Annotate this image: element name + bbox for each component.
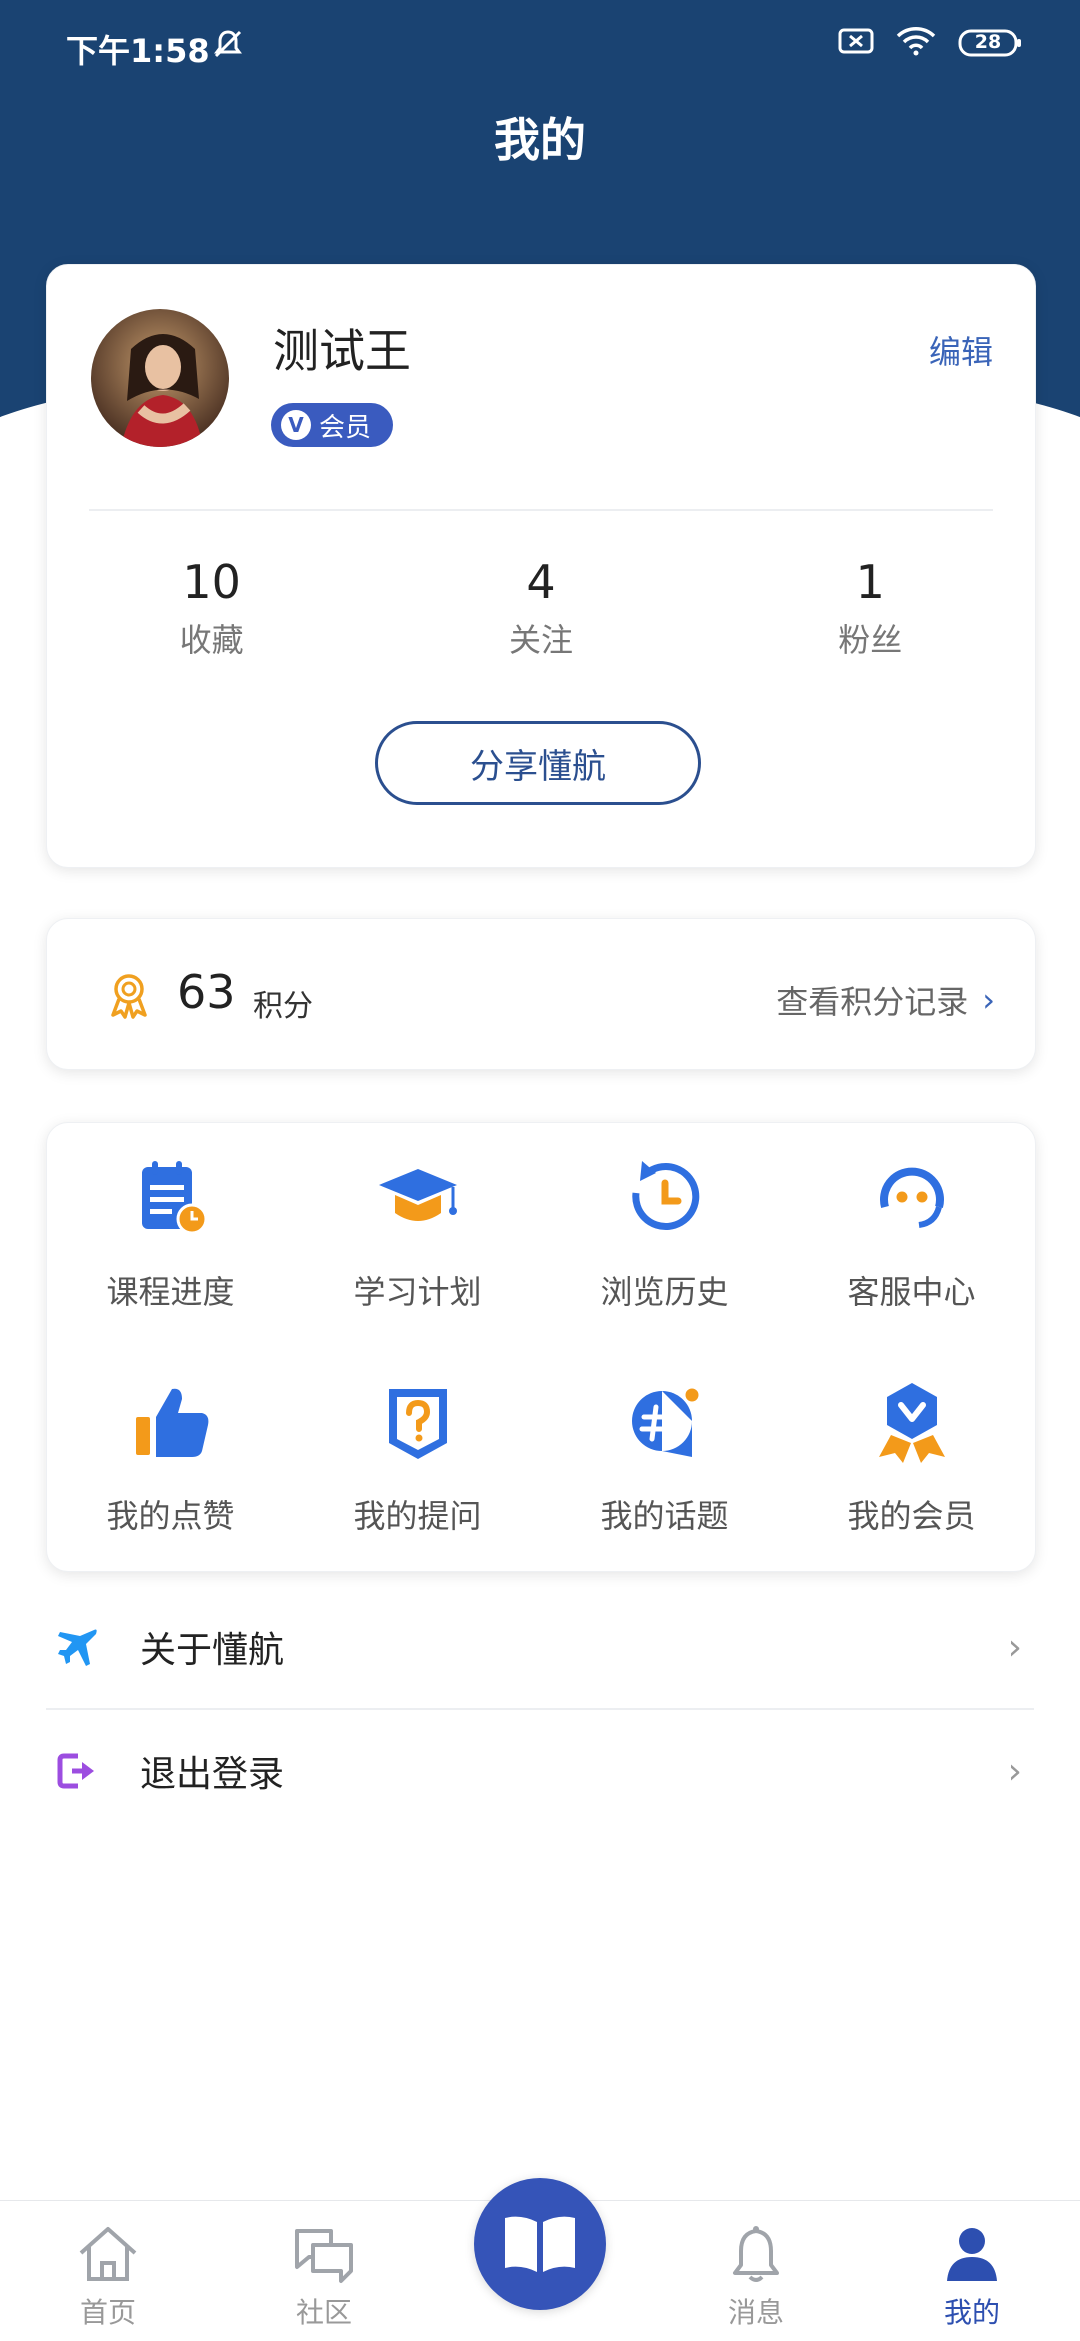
- status-time: 下午1:58: [66, 32, 210, 70]
- feature-my-membership[interactable]: 我的会员: [788, 1347, 1035, 1571]
- nav-profile[interactable]: 我的: [912, 2223, 1032, 2331]
- stat-favorites[interactable]: 10 收藏: [92, 555, 332, 661]
- stat-value: 1: [855, 555, 885, 609]
- course-progress-icon: [141, 1161, 207, 1235]
- center-book-button[interactable]: [474, 2178, 606, 2310]
- feature-label: 学习计划: [353, 1273, 482, 1311]
- menu-about[interactable]: 关于懂航 ›: [46, 1586, 1034, 1710]
- mute-icon: [212, 28, 244, 64]
- thumbs-up-icon: [135, 1388, 208, 1457]
- membership-icon: [878, 1383, 945, 1463]
- stat-following[interactable]: 4 关注: [421, 555, 661, 661]
- menu-logout[interactable]: 退出登录 ›: [46, 1710, 1034, 1832]
- feature-my-likes[interactable]: 我的点赞: [47, 1347, 294, 1571]
- page-title: 我的: [494, 113, 586, 167]
- feature-label: 我的点赞: [106, 1497, 235, 1535]
- avatar[interactable]: [91, 309, 229, 447]
- member-badge: V 会员: [271, 403, 394, 447]
- edit-profile-link[interactable]: 编辑: [929, 327, 993, 373]
- nav-community[interactable]: 社区: [264, 2223, 384, 2331]
- bell-icon: [733, 2226, 779, 2282]
- points-value: 63: [177, 965, 236, 1019]
- nav-label: 社区: [295, 2296, 352, 2329]
- nav-messages[interactable]: 消息: [696, 2223, 816, 2331]
- stat-fans[interactable]: 1 粉丝: [750, 555, 990, 661]
- community-icon: [295, 2229, 353, 2283]
- stats-row: 10 收藏 4 关注 1 粉丝: [47, 555, 1035, 661]
- person-icon: [947, 2228, 997, 2281]
- feature-my-topics[interactable]: 我的话题: [541, 1347, 788, 1571]
- stat-label: 关注: [508, 621, 573, 659]
- feature-my-questions[interactable]: 我的提问: [294, 1347, 541, 1571]
- question-icon: [388, 1389, 447, 1459]
- study-plan-icon: [378, 1169, 457, 1221]
- share-button[interactable]: 分享懂航: [375, 721, 701, 805]
- nav-label: 我的: [943, 2296, 1000, 2329]
- sim-icon: [838, 26, 874, 60]
- points-unit: 积分: [253, 989, 313, 1024]
- wifi-icon: [896, 26, 936, 60]
- home-icon: [79, 2227, 137, 2281]
- feature-label: 客服中心: [847, 1273, 976, 1311]
- divider: [89, 509, 993, 511]
- medal-icon: [107, 971, 151, 1023]
- stat-label: 收藏: [179, 621, 244, 659]
- member-badge-label: 会员: [319, 412, 372, 443]
- nav-label: 首页: [79, 2296, 136, 2329]
- feature-label: 浏览历史: [600, 1273, 729, 1311]
- username: 测试王: [273, 324, 411, 378]
- feature-label: 我的提问: [353, 1497, 482, 1535]
- vip-icon: V: [281, 410, 311, 440]
- feature-grid-card: 课程进度 学习计划 浏览历史 客服中心 我的点赞 我的提问 我的话题 我的会员: [46, 1122, 1036, 1572]
- chevron-right-icon: ›: [1007, 1626, 1022, 1668]
- battery-icon: 28: [958, 28, 1022, 58]
- menu-about-label: 关于懂航: [140, 1630, 285, 1671]
- history-icon: [631, 1161, 699, 1230]
- feature-label: 课程进度: [106, 1273, 235, 1311]
- status-bar: 下午1:58 28: [0, 0, 1080, 90]
- feature-label: 我的话题: [600, 1497, 729, 1535]
- chevron-right-icon: ›: [982, 981, 995, 1019]
- logout-icon: [56, 1750, 98, 1796]
- nav-home[interactable]: 首页: [48, 2223, 168, 2331]
- airplane-icon: [56, 1626, 98, 1672]
- book-icon: [505, 2216, 575, 2272]
- feature-customer-service[interactable]: 客服中心: [788, 1123, 1035, 1347]
- stat-label: 粉丝: [838, 621, 903, 659]
- points-card[interactable]: 63 积分 查看积分记录 ›: [46, 918, 1036, 1070]
- status-icons: 28: [838, 26, 1022, 60]
- feature-study-plan[interactable]: 学习计划: [294, 1123, 541, 1347]
- feature-history[interactable]: 浏览历史: [541, 1123, 788, 1347]
- menu-logout-label: 退出登录: [140, 1754, 285, 1795]
- battery-level: 28: [974, 31, 1002, 53]
- topic-icon: [631, 1385, 701, 1457]
- points-history-link[interactable]: 查看积分记录 ›: [776, 977, 995, 1023]
- points-history-label: 查看积分记录: [776, 983, 969, 1021]
- profile-card: 测试王 V 会员 编辑 10 收藏 4 关注 1 粉丝 分享懂航: [46, 264, 1036, 868]
- feature-label: 我的会员: [847, 1497, 976, 1535]
- stat-value: 4: [526, 555, 556, 609]
- chevron-right-icon: ›: [1007, 1750, 1022, 1792]
- customer-service-icon: [879, 1167, 944, 1228]
- stat-value: 10: [182, 555, 241, 609]
- nav-label: 消息: [727, 2296, 784, 2329]
- feature-course-progress[interactable]: 课程进度: [47, 1123, 294, 1347]
